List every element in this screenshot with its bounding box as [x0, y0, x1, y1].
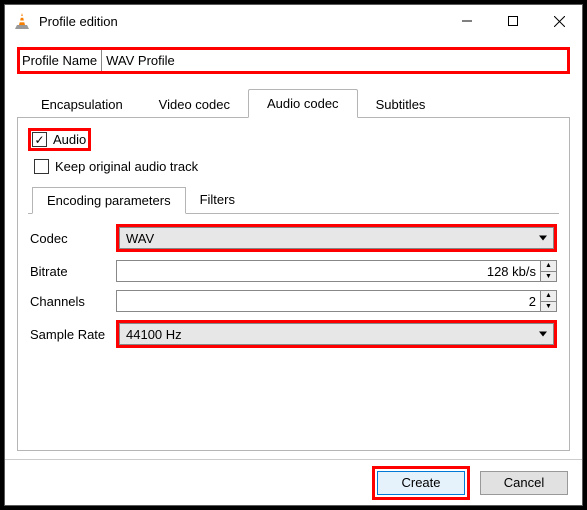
encoding-parameters-panel: Codec WAV Bitrate 128 kb/s ▲▼	[28, 214, 559, 358]
codec-combobox[interactable]: WAV	[119, 227, 554, 249]
minimize-button[interactable]	[444, 5, 490, 37]
bitrate-value: 128 kb/s	[117, 264, 540, 279]
channels-value: 2	[117, 294, 540, 309]
codec-label: Codec	[30, 231, 116, 246]
window-title: Profile edition	[39, 14, 118, 29]
audio-checkbox-label: Audio	[53, 132, 86, 147]
bitrate-stepper[interactable]: ▲▼	[540, 261, 556, 281]
profile-edition-window: Profile edition Profile Name WAV Profile…	[4, 4, 583, 506]
keep-original-checkbox[interactable]	[34, 159, 49, 174]
titlebar: Profile edition	[5, 5, 582, 37]
sample-rate-combobox[interactable]: 44100 Hz	[119, 323, 554, 345]
bitrate-label: Bitrate	[30, 264, 116, 279]
maximize-button[interactable]	[490, 5, 536, 37]
tab-video-codec[interactable]: Video codec	[141, 91, 248, 118]
bitrate-spinner[interactable]: 128 kb/s ▲▼	[116, 260, 557, 282]
profile-name-label: Profile Name	[20, 50, 102, 71]
channels-spinner[interactable]: 2 ▲▼	[116, 290, 557, 312]
tab-filters[interactable]: Filters	[186, 187, 249, 214]
profile-name-row: Profile Name WAV Profile	[17, 47, 570, 74]
sample-rate-label: Sample Rate	[30, 327, 116, 342]
chevron-down-icon	[539, 332, 547, 337]
create-button-highlight: Create	[372, 466, 470, 500]
chevron-down-icon	[539, 236, 547, 241]
codec-value: WAV	[126, 231, 154, 246]
channels-label: Channels	[30, 294, 116, 309]
main-tabstrip: Encapsulation Video codec Audio codec Su…	[17, 88, 570, 118]
profile-name-input[interactable]: WAV Profile	[102, 50, 567, 71]
tab-encoding-parameters[interactable]: Encoding parameters	[32, 187, 186, 214]
channels-stepper[interactable]: ▲▼	[540, 291, 556, 311]
inner-tabstrip: Encoding parameters Filters	[28, 186, 559, 214]
audio-checkbox-highlight: Audio	[28, 128, 91, 151]
tab-subtitles[interactable]: Subtitles	[358, 91, 444, 118]
vlc-cone-icon	[13, 12, 31, 30]
create-button[interactable]: Create	[377, 471, 465, 495]
tab-audio-codec[interactable]: Audio codec	[248, 89, 358, 118]
dialog-footer: Create Cancel	[5, 459, 582, 505]
tab-encapsulation[interactable]: Encapsulation	[23, 91, 141, 118]
keep-original-label: Keep original audio track	[55, 159, 198, 174]
cancel-button[interactable]: Cancel	[480, 471, 568, 495]
audio-codec-panel: Audio Keep original audio track Encoding…	[17, 118, 570, 451]
sample-rate-value: 44100 Hz	[126, 327, 182, 342]
close-button[interactable]	[536, 5, 582, 37]
audio-checkbox[interactable]	[32, 132, 47, 147]
